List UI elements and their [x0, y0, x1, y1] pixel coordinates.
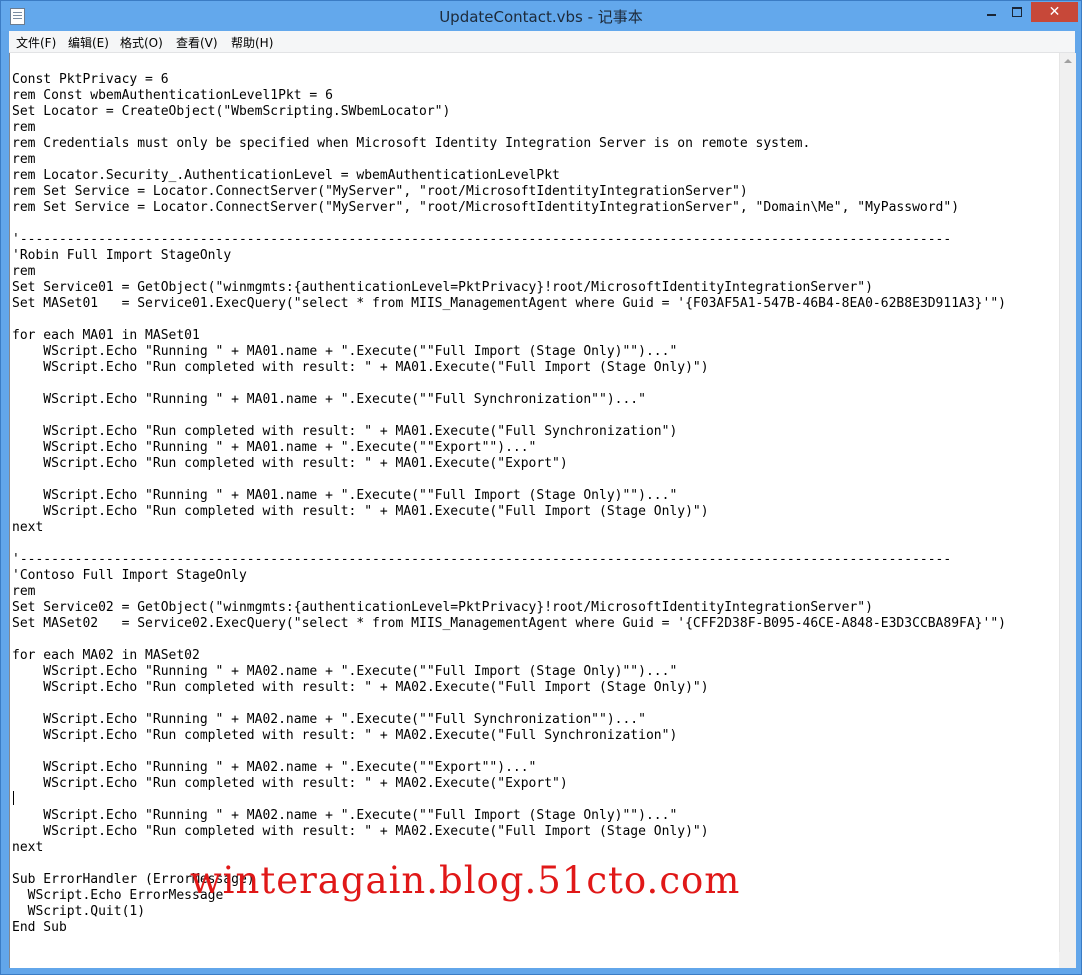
- menu-format[interactable]: 格式(O): [120, 34, 163, 51]
- notepad-window: UpdateContact.vbs - 记事本 ✕ 文件(F) 编辑(E) 格式…: [0, 0, 1082, 975]
- minimize-icon: [987, 14, 996, 16]
- title-bar[interactable]: UpdateContact.vbs - 记事本 ✕: [1, 1, 1081, 31]
- menu-file[interactable]: 文件(F): [16, 34, 56, 51]
- maximize-icon: [1012, 7, 1022, 17]
- scroll-up-arrow-icon[interactable]: [1060, 53, 1076, 69]
- menu-edit[interactable]: 编辑(E): [68, 34, 109, 51]
- vertical-scrollbar[interactable]: [1059, 53, 1076, 968]
- editor-text[interactable]: Const PktPrivacy = 6 rem Const wbemAuthe…: [12, 72, 1006, 936]
- menu-view[interactable]: 查看(V): [176, 34, 218, 51]
- menu-bar: 文件(F) 编辑(E) 格式(O) 查看(V) 帮助(H): [9, 31, 1075, 53]
- resize-grip[interactable]: [1059, 952, 1075, 968]
- window-title: UpdateContact.vbs - 记事本: [439, 8, 643, 26]
- text-editor[interactable]: Const PktPrivacy = 6 rem Const wbemAuthe…: [9, 53, 1060, 968]
- minimize-button[interactable]: [979, 2, 1005, 22]
- text-caret: [13, 791, 14, 805]
- watermark-text: winteragain.blog.51cto.com: [190, 859, 741, 902]
- close-button[interactable]: ✕: [1031, 2, 1078, 22]
- menu-help[interactable]: 帮助(H): [231, 34, 273, 51]
- maximize-button[interactable]: [1005, 2, 1029, 22]
